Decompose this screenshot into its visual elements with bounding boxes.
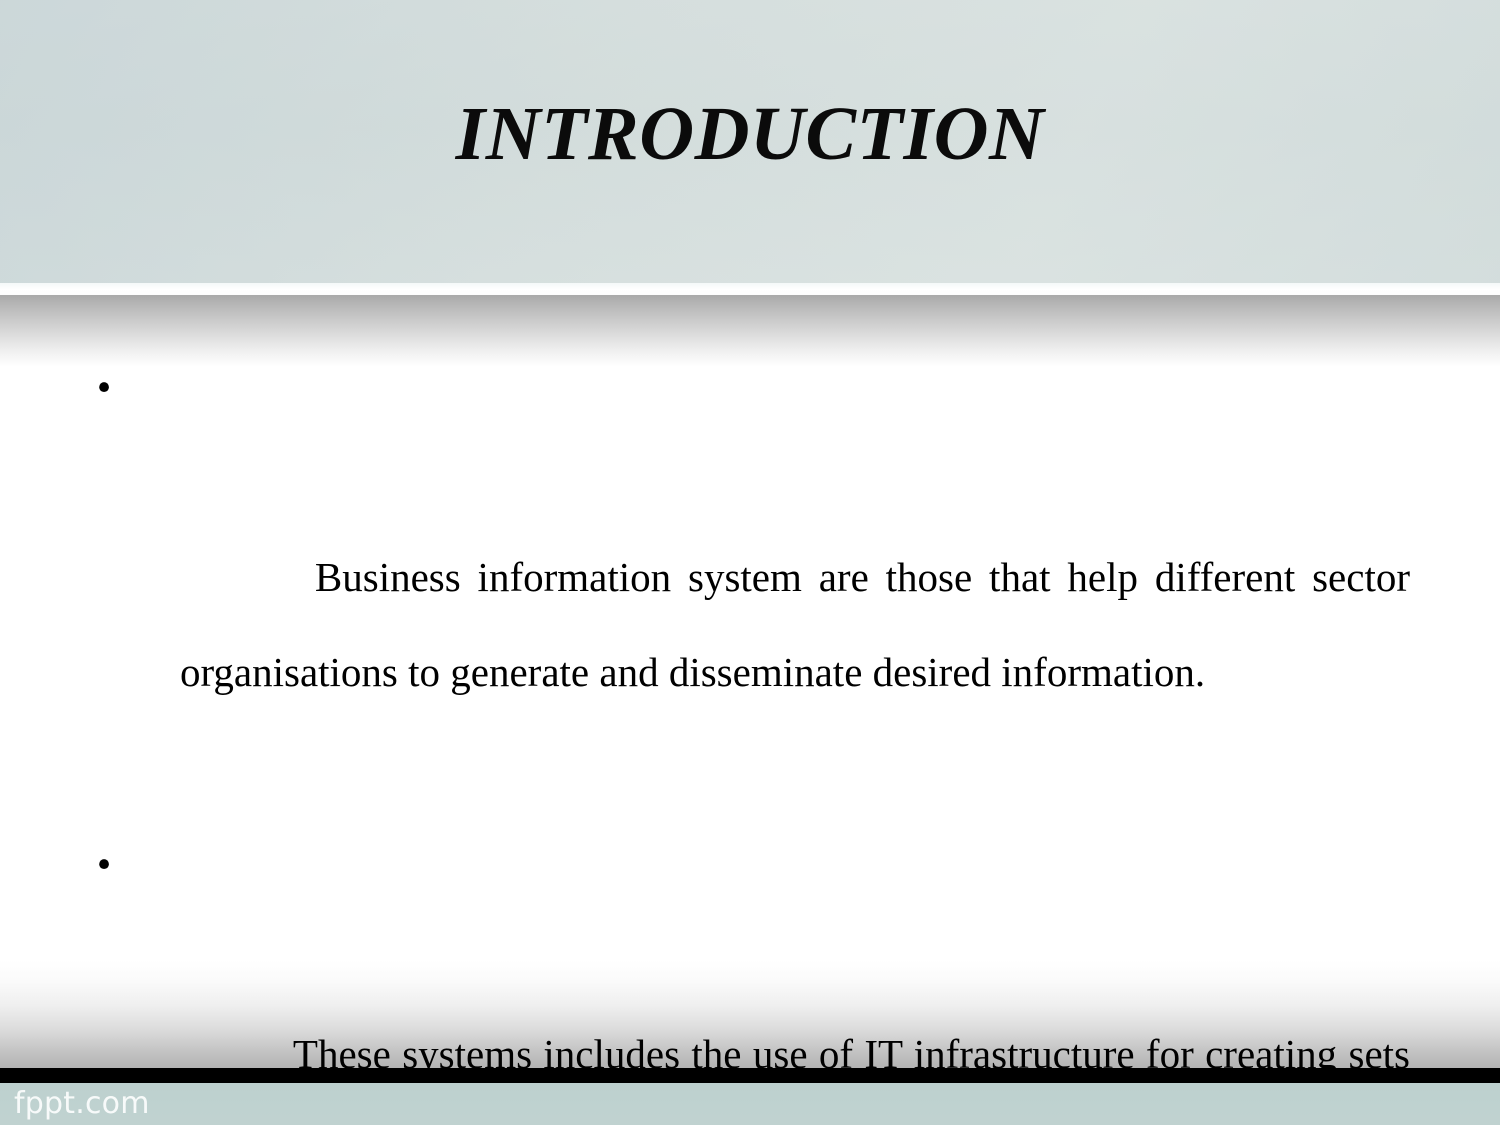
list-item: • These systems includes the use of IT i… — [0, 817, 1500, 1125]
bullet-point-icon: • — [96, 364, 112, 410]
page-title: INTRODUCTION — [455, 92, 1045, 176]
header-highlight-line — [0, 283, 1500, 295]
bullet-text: Business information system are those th… — [180, 554, 1421, 695]
bullet-point-icon: • — [96, 841, 112, 887]
bullet-text: These systems includes the use of IT inf… — [292, 1031, 1410, 1077]
bullet-list: • Business information system are those … — [0, 340, 1500, 1125]
slide-body: • Business information system are those … — [0, 340, 1500, 1077]
list-item: • Business information system are those … — [0, 340, 1500, 815]
presentation-slide: INTRODUCTION • Business information syst… — [0, 0, 1500, 1125]
